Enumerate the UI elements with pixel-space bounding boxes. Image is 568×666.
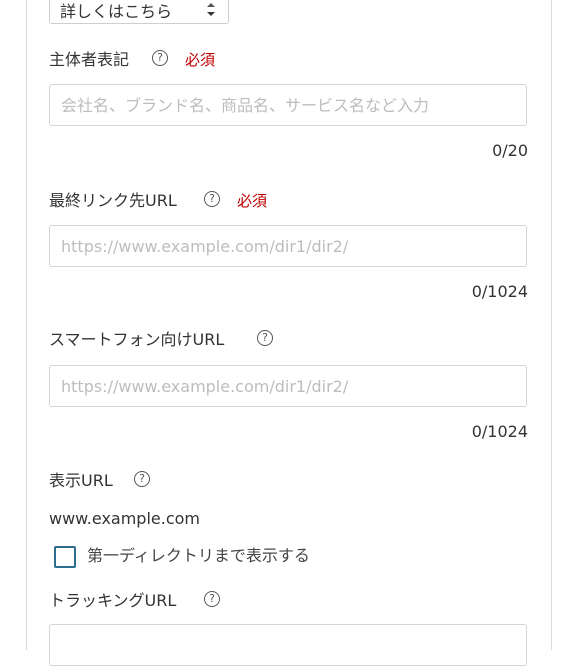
advertiser-required-badge: 必須 xyxy=(185,51,216,69)
tracking-url-help-icon[interactable]: ? xyxy=(204,591,220,607)
display-url-value: www.example.com xyxy=(49,509,200,528)
tracking-url-label: トラッキングURL xyxy=(49,591,177,610)
final-url-char-counter: 0/1024 xyxy=(471,282,528,301)
display-url-help-icon[interactable]: ? xyxy=(134,471,150,487)
final-url-required-badge: 必須 xyxy=(237,192,268,210)
final-url-input[interactable] xyxy=(49,225,527,267)
advertiser-char-counter: 0/20 xyxy=(492,141,528,160)
display-url-label: 表示URL xyxy=(49,471,113,490)
final-url-help-icon[interactable]: ? xyxy=(204,191,220,207)
select-updown-icon xyxy=(207,3,215,16)
details-select[interactable]: 詳しくはこちら xyxy=(49,0,229,24)
first-directory-checkbox-label[interactable]: 第一ディレクトリまで表示する xyxy=(87,545,310,567)
tracking-url-input[interactable] xyxy=(49,624,527,666)
smartphone-url-label: スマートフォン向けURL xyxy=(49,330,225,349)
advertiser-help-icon[interactable]: ? xyxy=(152,50,168,66)
details-select-value: 詳しくはこちら xyxy=(60,2,173,21)
smartphone-url-input[interactable] xyxy=(49,365,527,407)
advertiser-label: 主体者表記 xyxy=(49,50,130,69)
final-url-label: 最終リンク先URL xyxy=(49,191,177,210)
smartphone-url-help-icon[interactable]: ? xyxy=(257,330,273,346)
first-directory-checkbox[interactable] xyxy=(54,546,76,568)
advertiser-input[interactable] xyxy=(49,84,527,126)
smartphone-url-char-counter: 0/1024 xyxy=(471,422,528,441)
